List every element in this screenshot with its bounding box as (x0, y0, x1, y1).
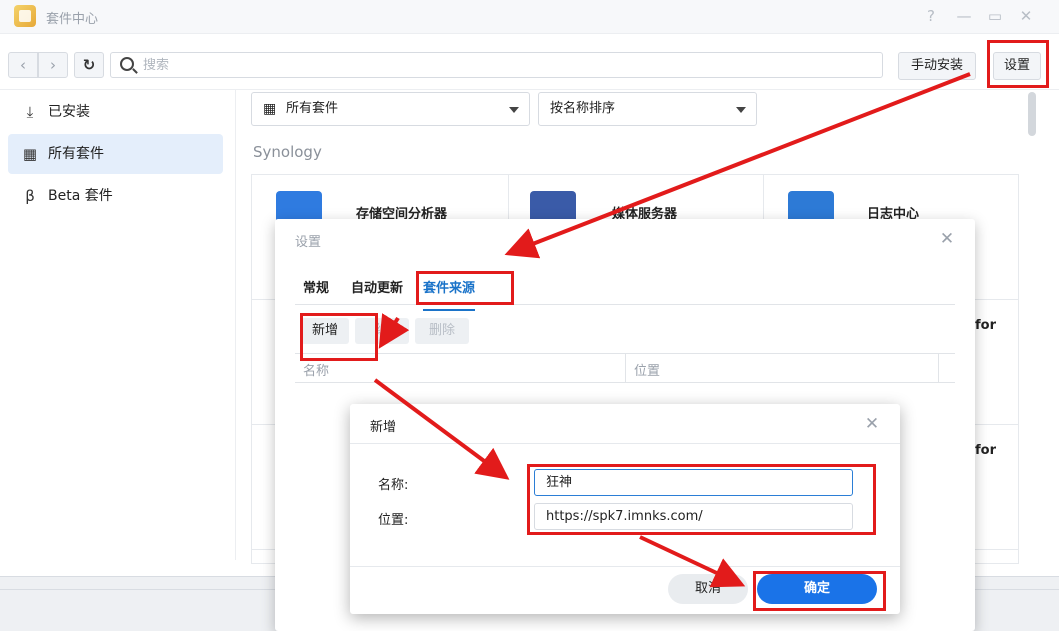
sidebar: ⤓ 已安装 ▦ 所有套件 β Beta 套件 (0, 90, 236, 560)
section-title: Synology (253, 143, 322, 161)
help-icon[interactable]: ? (921, 6, 941, 26)
column-name[interactable]: 名称 (303, 360, 329, 379)
location-label: 位置: (378, 513, 409, 528)
close-icon[interactable]: ✕ (1016, 6, 1036, 26)
search-icon (120, 57, 134, 71)
dialog-title: 设置 (295, 235, 322, 250)
column-location[interactable]: 位置 (634, 360, 660, 379)
search-input[interactable] (143, 56, 863, 74)
dialog-title: 新增 (370, 420, 397, 435)
chevron-down-icon (509, 107, 519, 113)
cancel-button[interactable]: 取消 (668, 574, 748, 604)
scrollbar[interactable] (1028, 92, 1036, 136)
toolbar: ‹ › ↻ 手动安装 设置 (0, 34, 1059, 90)
download-icon: ⤓ (26, 103, 34, 121)
package-center-icon (14, 5, 36, 27)
refresh-button[interactable]: ↻ (74, 52, 104, 78)
search-box (110, 52, 883, 78)
sort-value: 按名称排序 (550, 101, 616, 116)
annotation-box-fields (527, 464, 876, 535)
category-value: 所有套件 (286, 101, 339, 116)
settings-tabs: 常规 自动更新 套件来源 (295, 265, 955, 311)
minimize-icon[interactable]: — (954, 6, 974, 26)
sidebar-item-installed[interactable]: ⤓ 已安装 (8, 92, 223, 132)
manual-install-button[interactable]: 手动安装 (898, 52, 976, 80)
grid-icon: ▦ (22, 145, 38, 163)
sidebar-item-label: 所有套件 (48, 146, 104, 162)
chevron-down-icon (736, 107, 746, 113)
sidebar-item-all-packages[interactable]: ▦ 所有套件 (8, 134, 223, 174)
window-title: 套件中心 (46, 12, 99, 27)
package-name-partial: for (975, 443, 996, 458)
sources-table-header: 名称 位置 (295, 353, 955, 383)
grid-icon: ▦ (263, 101, 277, 117)
sidebar-item-label: Beta 套件 (48, 188, 113, 204)
delete-button[interactable]: 删除 (415, 318, 469, 344)
tab-general[interactable]: 常规 (303, 277, 329, 296)
annotation-box-settings (987, 40, 1049, 88)
close-icon[interactable]: ✕ (937, 229, 957, 249)
maximize-icon[interactable]: ▭ (985, 6, 1005, 26)
sidebar-item-beta[interactable]: β Beta 套件 (8, 176, 223, 216)
package-name-partial: for (975, 318, 996, 333)
title-bar: 套件中心 ? — ▭ ✕ (0, 0, 1059, 34)
sidebar-item-label: 已安装 (48, 104, 90, 120)
back-button[interactable]: ‹ (8, 52, 38, 78)
forward-button[interactable]: › (38, 52, 68, 78)
annotation-box-confirm (753, 571, 886, 611)
tab-auto-update[interactable]: 自动更新 (351, 277, 403, 296)
category-dropdown[interactable]: ▦ 所有套件 (251, 92, 530, 126)
sort-dropdown[interactable]: 按名称排序 (538, 92, 757, 126)
beta-icon: β (25, 187, 35, 205)
name-label: 名称: (378, 478, 409, 493)
close-icon[interactable]: ✕ (862, 414, 882, 434)
annotation-box-sources-tab (416, 271, 514, 305)
annotation-box-add (300, 313, 378, 361)
